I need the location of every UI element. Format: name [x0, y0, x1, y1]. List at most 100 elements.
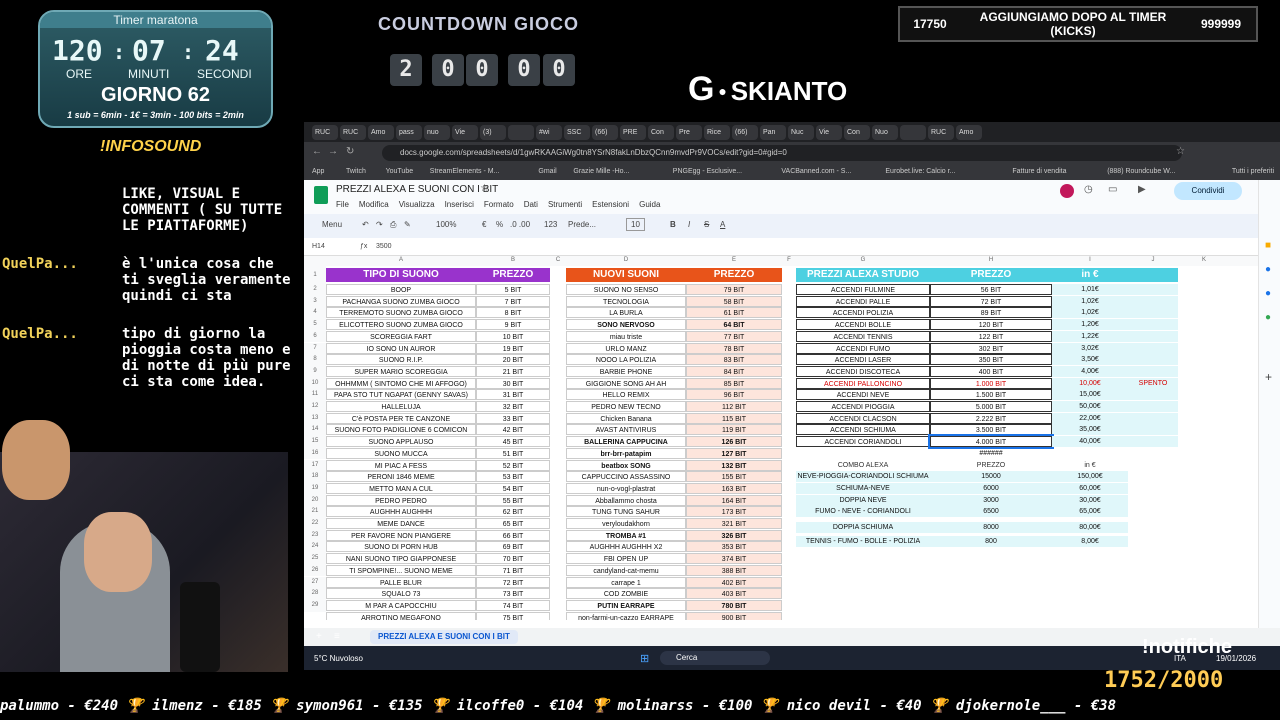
browser-tab[interactable]: Rice [704, 125, 730, 140]
table1-price-cell[interactable]: 71 BIT [476, 564, 550, 576]
row-number[interactable]: 1 [304, 266, 326, 284]
browser-tab[interactable]: Amo [956, 125, 982, 140]
sheet-tab-active[interactable]: PREZZI ALEXA E SUONI CON I BIT [370, 630, 518, 644]
decimals-buttons[interactable]: .0 .00 [510, 220, 530, 229]
row-number[interactable]: 12 [304, 401, 326, 413]
table2-price-cell[interactable]: 164 BIT [686, 494, 782, 506]
table3-extra-cell[interactable] [1128, 330, 1178, 342]
bold-icon[interactable]: B [670, 220, 676, 229]
table3-action-cell[interactable]: ACCENDI PIOGGIA [796, 401, 930, 412]
table3-extra-cell[interactable] [1128, 365, 1178, 377]
row-number[interactable]: 27 [304, 576, 326, 589]
table3-euro-cell[interactable]: 15,00€ [1052, 389, 1128, 401]
table2-price-cell[interactable]: 64 BIT [686, 319, 782, 331]
row-number[interactable]: 26 [304, 564, 326, 577]
table2-price-cell[interactable]: 780 BIT [686, 599, 782, 611]
table2-sound-cell[interactable]: SONO NERVOSO [566, 319, 686, 331]
menu-item[interactable]: Dati [524, 200, 538, 209]
column-header[interactable]: J [1128, 257, 1178, 263]
table3-action-cell[interactable]: ACCENDI PALLE [796, 295, 930, 307]
table1-price-cell[interactable]: 32 BIT [476, 401, 550, 412]
table2-price-cell[interactable]: 388 BIT [686, 564, 782, 576]
font-select[interactable]: Prede... [568, 220, 596, 229]
row-number[interactable]: 16 [304, 447, 326, 460]
browser-tab[interactable]: Nuo [872, 125, 898, 140]
table2-price-cell[interactable]: 119 BIT [686, 424, 782, 436]
row-number[interactable]: 4 [304, 307, 326, 320]
table2-sound-cell[interactable]: COD ZOMBIE [566, 588, 686, 600]
table1-sound-cell[interactable]: TI SPOMPINE!... SUONO MEME [326, 564, 476, 576]
table3-euro-cell[interactable]: 1,01€ [1052, 284, 1128, 295]
maps-icon[interactable]: ● [1265, 312, 1271, 323]
table2-sound-cell[interactable]: BARBIE PHONE [566, 365, 686, 377]
browser-tab[interactable]: Nuc [788, 125, 814, 140]
row-number[interactable]: 3 [304, 295, 326, 308]
table3-action-cell[interactable]: ACCENDI DISCOTECA [796, 365, 930, 377]
strikethrough-icon[interactable]: S [704, 220, 709, 229]
menu-item[interactable]: File [336, 200, 349, 209]
table2-sound-cell[interactable]: carrape 1 [566, 576, 686, 588]
table3-euro-cell[interactable]: 1,22€ [1052, 330, 1128, 342]
header-prezzo-3[interactable]: PREZZO [930, 268, 1052, 282]
table1-sound-cell[interactable]: SUONO DI PORN HUB [326, 541, 476, 553]
table1-sound-cell[interactable]: NANI SUONO TIPO GIAPPONESE [326, 553, 476, 565]
table1-sound-cell[interactable]: PAPA STO TUT NGAPAT (GENNY SAVAS) [326, 389, 476, 401]
column-header[interactable]: I [1052, 257, 1128, 263]
zoom-select[interactable]: 100% [436, 220, 456, 229]
table2-sound-cell[interactable]: TECNOLOGIA [566, 295, 686, 307]
table3-action-cell[interactable]: ACCENDI CORIANDOLI [796, 436, 930, 448]
table2-sound-cell[interactable]: SUONO NO SENSO [566, 284, 686, 295]
row-number[interactable]: 20 [304, 494, 326, 507]
text-color-icon[interactable]: A [720, 220, 725, 229]
table1-sound-cell[interactable]: PEDRO PEDRO [326, 494, 476, 506]
column-header[interactable]: B [476, 257, 550, 263]
currency-button[interactable]: € [482, 220, 486, 229]
table1-price-cell[interactable]: 42 BIT [476, 424, 550, 436]
browser-tab[interactable]: RUC [312, 125, 338, 140]
table2-price-cell[interactable]: 403 BIT [686, 588, 782, 600]
table1-sound-cell[interactable]: SCOREGGIA FART [326, 330, 476, 342]
star-icon[interactable]: ☆ [480, 183, 489, 194]
table4-combo-cell[interactable]: DOPPIA SCHIUMA [796, 522, 930, 533]
row-number[interactable]: 14 [304, 424, 326, 437]
column-header[interactable]: E [686, 257, 782, 263]
share-button[interactable]: Condividi [1174, 182, 1242, 200]
row-number[interactable]: 9 [304, 365, 326, 378]
table4-euro-cell[interactable]: 30,00€ [1052, 494, 1128, 506]
bookmark-item[interactable]: Eurobet.live: Calcio r... [885, 168, 955, 175]
history-icon[interactable]: ◷ [1084, 184, 1093, 195]
table2-sound-cell[interactable]: TUNG TUNG SAHUR [566, 506, 686, 518]
undo-icon[interactable]: ↶ [362, 220, 369, 229]
table1-price-cell[interactable]: 53 BIT [476, 471, 550, 483]
bookmark-item[interactable]: Grazie Mille -Ho... [573, 168, 629, 175]
keep-icon[interactable]: ■ [1265, 240, 1271, 251]
table1-sound-cell[interactable]: AUGHHH AUGHHH [326, 506, 476, 518]
table3-price-cell[interactable]: 4.000 BIT [928, 434, 1054, 450]
table1-sound-cell[interactable]: MI PIAC A FESS [326, 459, 476, 471]
table1-sound-cell[interactable]: PERONI 1846 MEME [326, 471, 476, 483]
table1-price-cell[interactable]: 7 BIT [476, 295, 550, 307]
table3-extra-cell[interactable] [1128, 342, 1178, 354]
table3-euro-cell[interactable]: 22,00€ [1052, 412, 1128, 424]
table1-sound-cell[interactable]: ELICOTTERO SUONO ZUMBA GIOCO [326, 319, 476, 331]
table2-price-cell[interactable]: 112 BIT [686, 401, 782, 412]
table4-combo-cell[interactable]: DOPPIA NEVE [796, 494, 930, 506]
table3-euro-cell[interactable]: 10,00€ [1052, 377, 1128, 389]
all-bookmarks[interactable]: Tutti i preferiti [1232, 168, 1274, 175]
comments-icon[interactable]: ▭ [1108, 184, 1117, 195]
table3-extra-cell[interactable] [1128, 412, 1178, 424]
print-icon[interactable]: ⎙ [390, 220, 396, 230]
table2-sound-cell[interactable]: NOOO LA POLIZIA [566, 354, 686, 366]
table4-combo-cell[interactable]: TENNIS - FUMO - BOLLE - POLIZIA [796, 535, 930, 547]
header-in-euro[interactable]: in € [1052, 268, 1128, 282]
browser-tab[interactable] [508, 125, 534, 140]
table3-extra-cell[interactable] [1128, 401, 1178, 412]
table4-combo-cell[interactable]: FUMO - NEVE - CORIANDOLI [796, 506, 930, 518]
browser-tab[interactable]: RUC [340, 125, 366, 140]
table4-price-cell[interactable]: 800 [930, 535, 1052, 547]
row-number[interactable]: 23 [304, 529, 326, 542]
table3-price-cell[interactable]: 5.000 BIT [930, 401, 1052, 412]
table1-price-cell[interactable]: 21 BIT [476, 365, 550, 377]
table3-euro-cell[interactable]: 3,50€ [1052, 354, 1128, 366]
row-number[interactable]: 19 [304, 482, 326, 495]
